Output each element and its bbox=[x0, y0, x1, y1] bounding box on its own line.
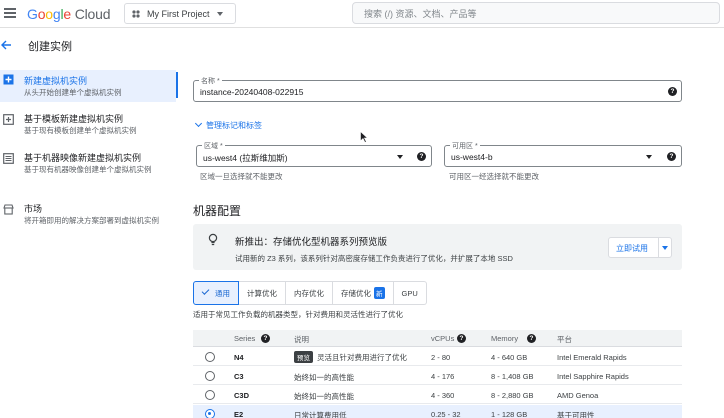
check-icon bbox=[201, 287, 210, 295]
help-icon[interactable]: ? bbox=[667, 152, 676, 161]
chevron-down-icon bbox=[216, 11, 223, 16]
project-icon bbox=[132, 9, 140, 18]
search-input[interactable]: 搜索 (/) 资源、文档、产品等 bbox=[352, 2, 720, 24]
tab-storage-optimized[interactable]: 存储优化新 bbox=[333, 281, 394, 305]
series-radio[interactable] bbox=[205, 390, 215, 400]
header-memory: Memory bbox=[491, 334, 519, 343]
back-arrow-icon[interactable] bbox=[0, 39, 12, 51]
banner-title: 新推出：存储优化型机器系列预览版 bbox=[235, 237, 388, 248]
sidebar-item-desc: 从头开始创建单个虚拟机实例 bbox=[24, 88, 122, 97]
zone-select[interactable]: 可用区 * us-west4-b ? bbox=[444, 141, 682, 167]
sidebar-item-desc: 基于现有模板创建单个虚拟机实例 bbox=[24, 126, 137, 135]
sidebar-item-title: 基于模板新建虚拟机实例 bbox=[24, 114, 124, 124]
sidebar-item-from-template[interactable]: 基于模板新建虚拟机实例 基于现有模板创建单个虚拟机实例 bbox=[0, 112, 176, 140]
header-description: 说明 bbox=[294, 335, 309, 344]
header-platform: 平台 bbox=[557, 335, 572, 344]
tab-compute-optimized[interactable]: 计算优化 bbox=[239, 281, 286, 305]
preview-banner: 新推出：存储优化型机器系列预览版 试用新的 Z3 系列，该系列针对高密度存储工作… bbox=[193, 224, 682, 270]
zone-hint: 可用区一经选择就不能更改 bbox=[449, 172, 539, 181]
table-header: Series ? 说明 vCPUs ? Memory ? 平台 bbox=[193, 330, 682, 347]
try-now-button[interactable]: 立即试用 bbox=[608, 237, 672, 258]
page-header: 创建实例 bbox=[0, 30, 724, 60]
series-radio-selected[interactable] bbox=[205, 409, 215, 418]
tab-gpu[interactable]: GPU bbox=[393, 281, 427, 305]
search-placeholder: 搜索 (/) 资源、文档、产品等 bbox=[364, 8, 477, 19]
sidebar-item-title: 新建虚拟机实例 bbox=[24, 76, 88, 86]
active-indicator bbox=[176, 72, 178, 98]
region-value: us-west4 (拉斯维加斯) bbox=[203, 153, 288, 163]
template-icon bbox=[3, 114, 14, 125]
instance-name-field[interactable]: 名称 * instance-20240408-022915 ? bbox=[193, 76, 682, 102]
field-label: 名称 * bbox=[199, 76, 222, 86]
sidebar-item-title: 市场 bbox=[24, 204, 43, 214]
chevron-down-icon bbox=[194, 119, 203, 128]
header-series: Series bbox=[234, 334, 256, 343]
preview-badge: 预览 bbox=[294, 351, 313, 363]
marketplace-icon bbox=[3, 204, 14, 215]
manage-tags-label: 管理标记和标签 bbox=[206, 121, 262, 130]
region-select[interactable]: 区域 * us-west4 (拉斯维加斯) ? bbox=[196, 141, 432, 167]
table-row-c3[interactable]: C3 始终如一的高性能 4 - 176 8 - 1,408 GB Intel S… bbox=[193, 367, 682, 385]
help-icon[interactable]: ? bbox=[457, 334, 466, 343]
sidebar-item-from-machine-image[interactable]: 基于机器映像新建虚拟机实例 基于现有机器映像创建单个虚拟机实例 bbox=[0, 151, 176, 179]
table-row-e2[interactable]: E2 日常计算费用低 0.25 - 32 1 - 128 GB 基于可用性 bbox=[193, 405, 682, 418]
project-name: My First Project bbox=[147, 8, 210, 19]
field-label: 区域 * bbox=[202, 141, 225, 151]
try-now-label: 立即试用 bbox=[616, 244, 648, 253]
sidebar-item-marketplace[interactable]: 市场 将开箱即用的解决方案部署到虚拟机实例 bbox=[0, 202, 176, 242]
top-bar: Google Cloud My First Project 搜索 (/) 资源、… bbox=[0, 0, 724, 28]
page-title: 创建实例 bbox=[28, 41, 72, 53]
header-vcpus: vCPUs bbox=[431, 334, 455, 343]
google-cloud-logo[interactable]: Google Cloud bbox=[27, 6, 110, 22]
zone-value: us-west4-b bbox=[451, 152, 493, 162]
banner-description: 试用新的 Z3 系列，该系列针对高密度存储工作负责进行了优化，并扩展了本地 SS… bbox=[235, 254, 513, 263]
chevron-down-icon[interactable] bbox=[662, 246, 668, 250]
sidebar-item-desc: 将开箱即用的解决方案部署到虚拟机实例 bbox=[24, 216, 159, 225]
help-icon[interactable]: ? bbox=[261, 334, 270, 343]
divider bbox=[658, 238, 659, 257]
sidebar-item-desc: 基于现有机器映像创建单个虚拟机实例 bbox=[24, 165, 152, 174]
table-row-c3d[interactable]: C3D 始终如一的高性能 4 - 360 8 - 2,880 GB AMD Ge… bbox=[193, 386, 682, 404]
help-icon[interactable]: ? bbox=[417, 152, 426, 161]
field-label: 可用区 * bbox=[450, 141, 480, 151]
new-badge: 新 bbox=[374, 287, 385, 299]
machine-image-icon bbox=[3, 153, 14, 164]
chevron-down-icon bbox=[646, 155, 652, 159]
tab-description: 适用于常见工作负载的机器类型，针对费用和灵活性进行了优化 bbox=[193, 310, 403, 319]
series-radio[interactable] bbox=[205, 352, 215, 362]
machine-family-tabs: 通用 计算优化 内存优化 存储优化新 GPU bbox=[193, 281, 427, 305]
menu-icon[interactable] bbox=[4, 8, 16, 18]
manage-tags-toggle[interactable]: 管理标记和标签 bbox=[194, 119, 262, 131]
sidebar-item-new-vm[interactable]: 新建虚拟机实例 从头开始创建单个虚拟机实例 bbox=[0, 70, 176, 102]
help-icon[interactable]: ? bbox=[668, 87, 677, 96]
machine-config-title: 机器配置 bbox=[193, 204, 242, 218]
project-picker[interactable]: My First Project bbox=[124, 3, 236, 24]
help-icon[interactable]: ? bbox=[527, 334, 536, 343]
mouse-pointer-icon bbox=[360, 131, 368, 143]
series-radio[interactable] bbox=[205, 371, 215, 381]
sidebar-item-title: 基于机器映像新建虚拟机实例 bbox=[24, 153, 142, 163]
region-hint: 区域一旦选择就不能更改 bbox=[200, 172, 283, 181]
tab-general-purpose[interactable]: 通用 bbox=[193, 281, 239, 305]
lightbulb-icon bbox=[208, 233, 218, 246]
instance-name-value: instance-20240408-022915 bbox=[200, 87, 304, 97]
add-box-icon bbox=[3, 74, 14, 85]
chevron-down-icon bbox=[397, 155, 403, 159]
table-row-n4[interactable]: N4 预览 灵活且针对费用进行了优化 2 - 80 4 - 640 GB Inte… bbox=[193, 348, 682, 366]
tab-memory-optimized[interactable]: 内存优化 bbox=[286, 281, 333, 305]
